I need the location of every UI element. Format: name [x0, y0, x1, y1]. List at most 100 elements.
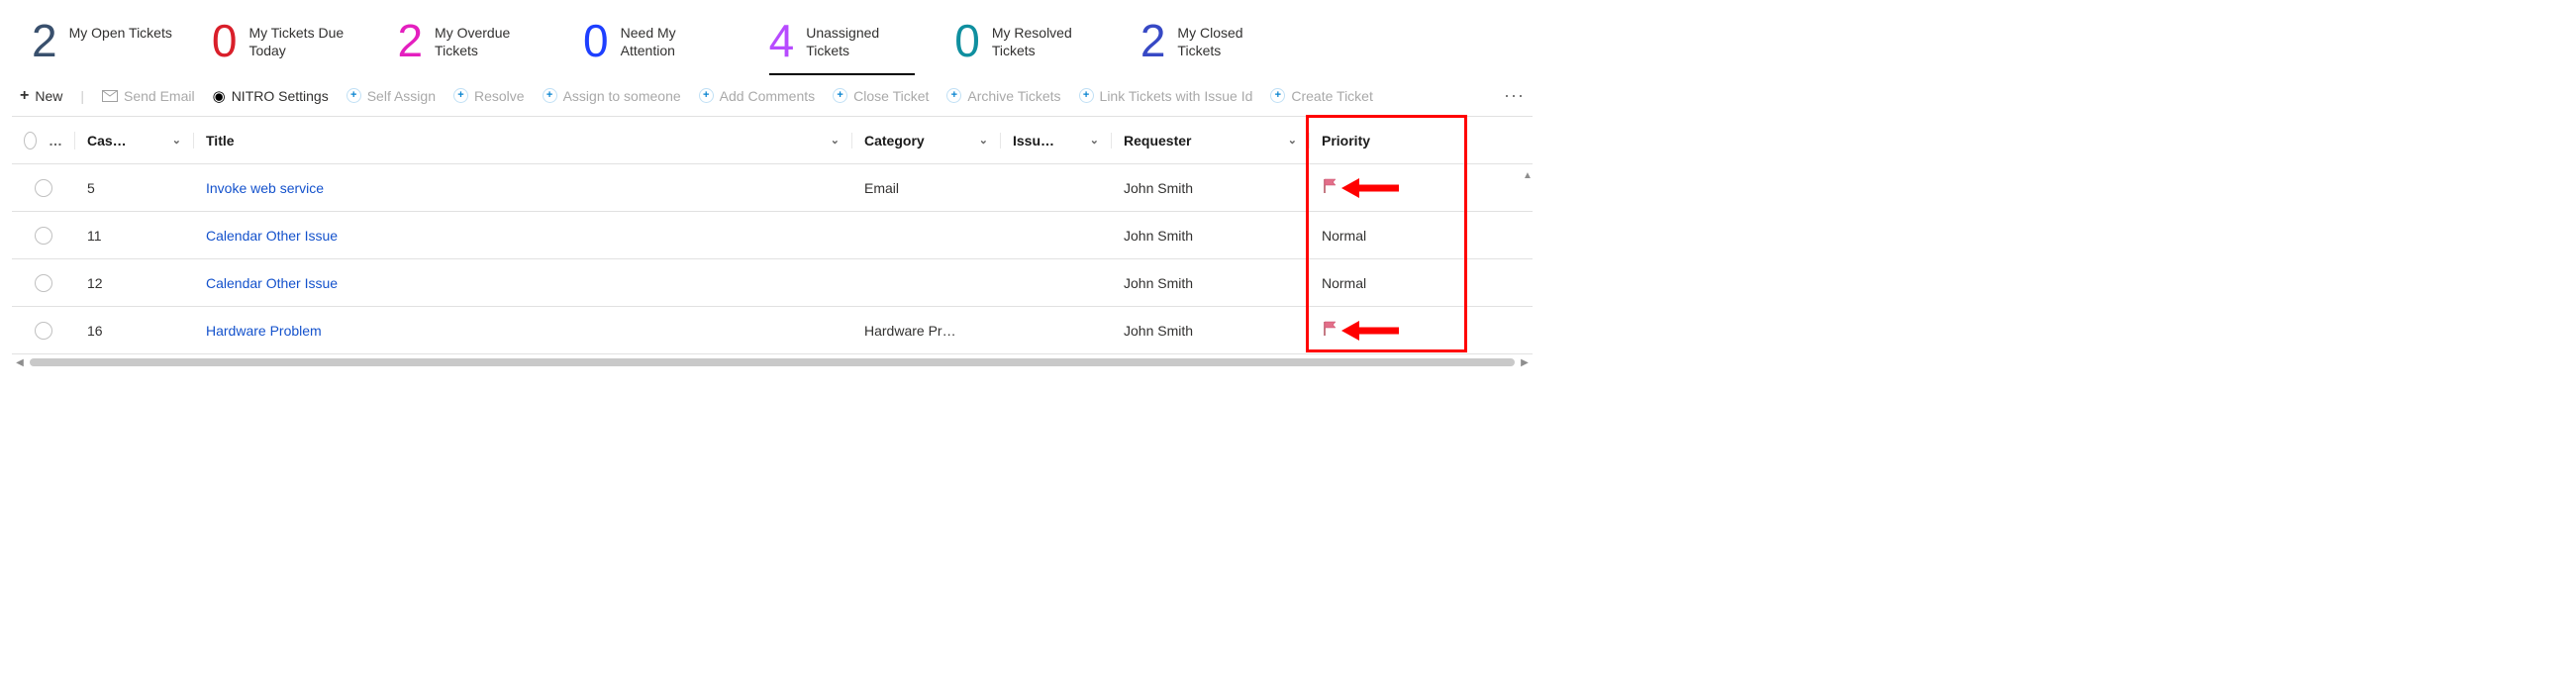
priority-flag-icon — [1322, 177, 1339, 198]
cell-case: 16 — [75, 323, 194, 339]
title-link[interactable]: Invoke web service — [206, 180, 324, 196]
stat-count: 2 — [32, 18, 57, 63]
stat-resolved[interactable]: 0 My Resolved Tickets — [954, 18, 1101, 75]
assign-label: Assign to someone — [563, 88, 681, 104]
send-email-button[interactable]: Send Email — [102, 88, 195, 104]
cell-category: Email — [852, 180, 1001, 196]
cell-title[interactable]: Calendar Other Issue — [194, 275, 852, 291]
new-button[interactable]: + New — [20, 87, 62, 105]
row-select[interactable] — [12, 322, 75, 340]
table-row[interactable]: 5Invoke web serviceEmailJohn Smith — [12, 164, 1533, 212]
cell-priority — [1310, 320, 1463, 341]
stat-due-today[interactable]: 0 My Tickets Due Today — [212, 18, 358, 75]
stat-need-attention[interactable]: 0 Need My Attention — [583, 18, 730, 75]
archive-button[interactable]: Archive Tickets — [946, 88, 1060, 104]
cell-requester: John Smith — [1112, 228, 1310, 244]
col-category[interactable]: Category ⌄ — [852, 133, 1001, 149]
plus-circle-icon — [347, 88, 361, 103]
col-case-label: Cas… — [87, 133, 127, 149]
priority-flag-icon — [1322, 320, 1339, 341]
cell-priority: Normal — [1310, 275, 1463, 291]
col-issue-label: Issu… — [1013, 133, 1054, 149]
row-select[interactable] — [12, 274, 75, 292]
add-comments-button[interactable]: Add Comments — [699, 88, 815, 104]
row-select[interactable] — [12, 179, 75, 197]
cell-title[interactable]: Hardware Problem — [194, 323, 852, 339]
row-select[interactable] — [12, 227, 75, 245]
h-scrollbar[interactable]: ◀ ▶ — [12, 354, 1533, 370]
assign-button[interactable]: Assign to someone — [543, 88, 681, 104]
radio-icon — [35, 179, 52, 197]
select-all-cell[interactable]: … — [12, 132, 75, 149]
title-link[interactable]: Calendar Other Issue — [206, 275, 338, 291]
annotation-arrow-icon — [1341, 177, 1401, 198]
col-issue[interactable]: Issu… ⌄ — [1001, 133, 1112, 149]
table-row[interactable]: 16Hardware ProblemHardware Pr…John Smith — [12, 307, 1533, 354]
stat-unassigned[interactable]: 4 Unassigned Tickets — [769, 18, 916, 75]
scroll-up-icon[interactable]: ▲ — [1521, 170, 1535, 181]
eye-icon: ◉ — [213, 87, 226, 105]
plus-circle-icon — [453, 88, 468, 103]
table-row[interactable]: 11 Calendar Other Issue John SmithNormal — [12, 212, 1533, 259]
stat-count: 0 — [583, 18, 609, 63]
close-ticket-label: Close Ticket — [853, 88, 929, 104]
stat-overdue[interactable]: 2 My Overdue Tickets — [397, 18, 544, 75]
col-category-label: Category — [864, 133, 925, 149]
plus-icon: + — [20, 87, 29, 105]
chevron-down-icon: ⌄ — [1090, 134, 1099, 147]
stat-count: 0 — [212, 18, 238, 63]
title-link[interactable]: Calendar Other Issue — [206, 228, 338, 244]
chevron-down-icon: ⌄ — [1288, 134, 1297, 147]
self-assign-label: Self Assign — [367, 88, 436, 104]
stat-my-open[interactable]: 2 My Open Tickets — [32, 18, 172, 75]
resolve-label: Resolve — [474, 88, 525, 104]
nitro-settings-button[interactable]: ◉ NITRO Settings — [213, 87, 329, 105]
resolve-button[interactable]: Resolve — [453, 88, 525, 104]
chevron-down-icon: ⌄ — [172, 134, 181, 147]
toolbar-separator: | — [80, 88, 84, 104]
mail-icon — [102, 88, 118, 104]
radio-icon — [24, 132, 37, 149]
cell-priority: Normal — [1310, 228, 1463, 244]
create-label: Create Ticket — [1291, 88, 1372, 104]
title-link[interactable]: Hardware Problem — [206, 323, 322, 339]
stat-label: My Overdue Tickets — [435, 18, 544, 59]
close-ticket-button[interactable]: Close Ticket — [833, 88, 929, 104]
stat-count: 0 — [954, 18, 980, 63]
col-title[interactable]: Title ⌄ — [194, 133, 852, 149]
more-menu[interactable]: ··· — [1504, 85, 1525, 106]
col-case[interactable]: Cas… ⌄ — [75, 133, 194, 149]
plus-circle-icon — [699, 88, 714, 103]
header-ellipsis: … — [45, 133, 62, 149]
cell-case: 12 — [75, 275, 194, 291]
cell-title[interactable]: Invoke web service — [194, 180, 852, 196]
cell-title[interactable]: Calendar Other Issue — [194, 228, 852, 244]
col-title-label: Title — [206, 133, 235, 149]
archive-label: Archive Tickets — [967, 88, 1060, 104]
self-assign-button[interactable]: Self Assign — [347, 88, 436, 104]
stat-count: 4 — [769, 18, 795, 63]
stat-count: 2 — [397, 18, 423, 63]
cell-requester: John Smith — [1112, 275, 1310, 291]
link-button[interactable]: Link Tickets with Issue Id — [1079, 88, 1253, 104]
stat-label: My Resolved Tickets — [992, 18, 1101, 59]
cell-case: 11 — [75, 228, 194, 244]
plus-circle-icon — [543, 88, 557, 103]
scrollbar-track — [30, 358, 1515, 366]
scroll-left-icon: ◀ — [14, 356, 26, 368]
chevron-down-icon: ⌄ — [831, 134, 840, 147]
priority-text: Normal — [1322, 275, 1366, 291]
table-row[interactable]: 12 Calendar Other Issue John Smith Normal — [12, 259, 1533, 307]
col-priority[interactable]: Priority — [1310, 133, 1463, 149]
radio-icon — [35, 322, 52, 340]
radio-icon — [35, 274, 52, 292]
nitro-label: NITRO Settings — [232, 88, 329, 104]
create-ticket-button[interactable]: Create Ticket — [1270, 88, 1372, 104]
add-comments-label: Add Comments — [720, 88, 815, 104]
cell-priority — [1310, 177, 1463, 198]
stat-closed[interactable]: 2 My Closed Tickets — [1140, 18, 1287, 75]
cell-category: Hardware Pr… — [852, 323, 1001, 339]
col-requester[interactable]: Requester ⌄ — [1112, 133, 1310, 149]
annotation-arrow-icon — [1341, 320, 1401, 341]
plus-circle-icon — [1079, 88, 1094, 103]
